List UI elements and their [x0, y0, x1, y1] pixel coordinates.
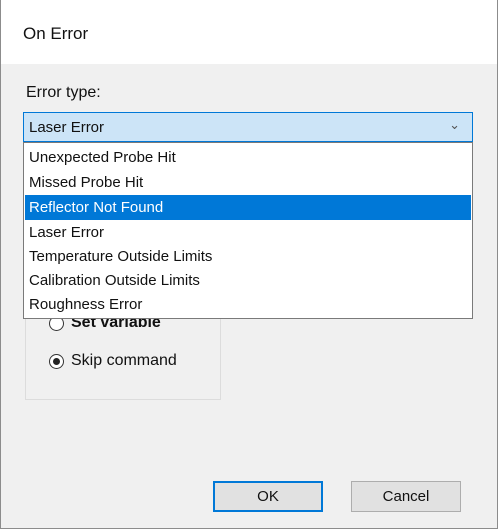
dropdown-option-unexpected-probe-hit[interactable]: Unexpected Probe Hit [25, 145, 471, 170]
dropdown-option-temperature-outside-limits[interactable]: Temperature Outside Limits [25, 244, 471, 269]
on-error-dialog: On Error Error type: Laser Error ⌄ Set v… [0, 0, 498, 529]
dropdown-option-reflector-not-found[interactable]: Reflector Not Found [25, 195, 471, 220]
dropdown-option-calibration-outside-limits[interactable]: Calibration Outside Limits [25, 268, 471, 293]
cancel-button[interactable]: Cancel [351, 481, 461, 512]
dropdown-option-laser-error[interactable]: Laser Error [25, 220, 471, 245]
dropdown-option-missed-probe-hit[interactable]: Missed Probe Hit [25, 170, 471, 195]
chevron-down-icon[interactable]: ⌄ [449, 117, 460, 133]
skip-command-label: Skip command [71, 352, 177, 369]
title-bar: On Error [1, 0, 497, 64]
dropdown-option-roughness-error[interactable]: Roughness Error [25, 292, 471, 317]
skip-command-radio[interactable] [49, 354, 64, 369]
ok-button[interactable]: OK [213, 481, 323, 512]
error-type-dropdown-list: Unexpected Probe Hit Missed Probe Hit Re… [23, 142, 473, 319]
error-type-label: Error type: [26, 84, 101, 101]
dialog-title: On Error [23, 24, 89, 43]
error-type-dropdown[interactable]: Laser Error ⌄ [23, 112, 473, 142]
error-type-selected-value: Laser Error [29, 119, 105, 136]
